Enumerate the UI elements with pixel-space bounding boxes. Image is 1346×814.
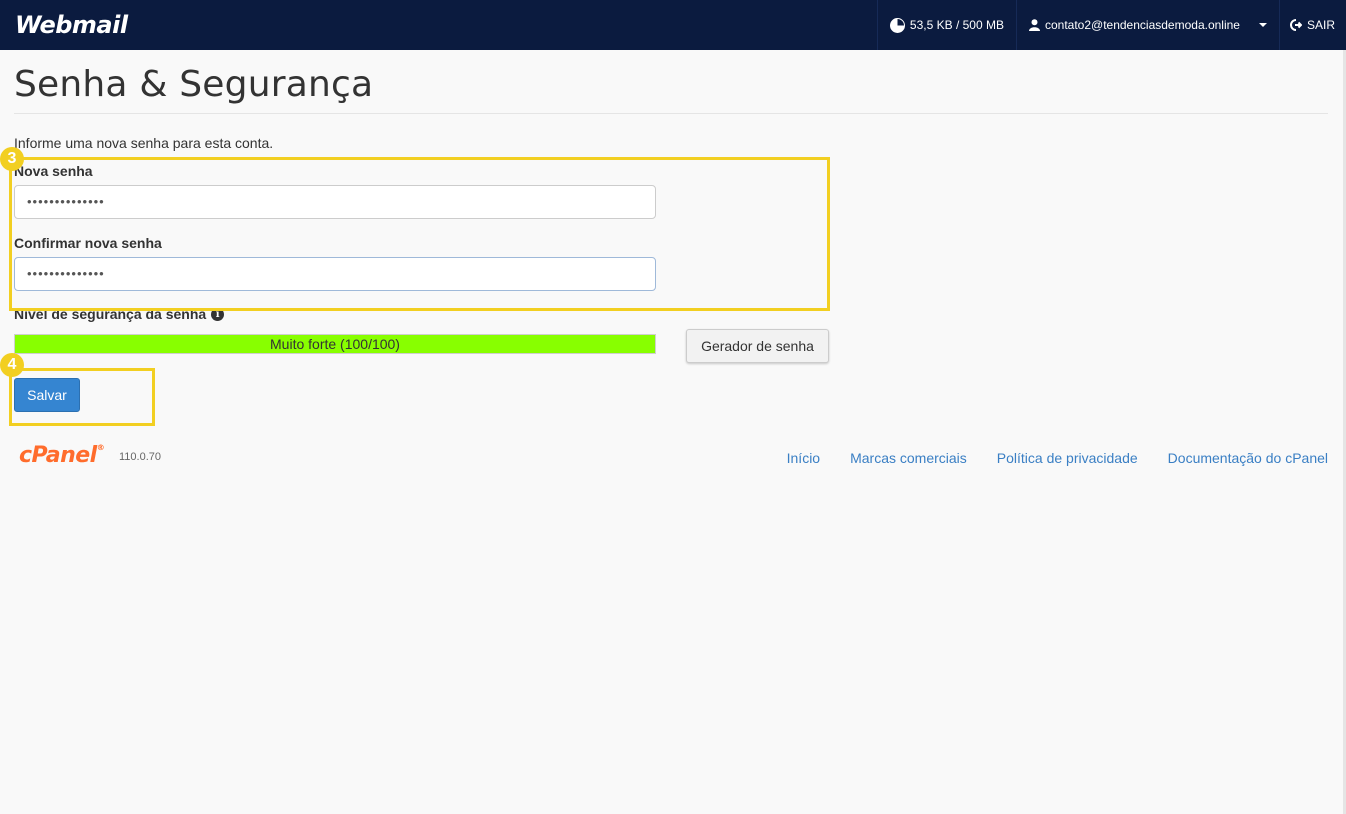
user-menu[interactable]: contato2@tendenciasdemoda.online — [1015, 0, 1279, 50]
disk-quota-text: 53,5 KB / 500 MB — [909, 18, 1004, 32]
footer-link-inicio[interactable]: Início — [787, 450, 820, 466]
footer-link-privacidade[interactable]: Política de privacidade — [997, 450, 1138, 466]
password-generator-button[interactable]: Gerador de senha — [686, 329, 829, 363]
pie-chart-icon — [889, 17, 905, 33]
intro-text: Informe uma nova senha para esta conta. — [14, 135, 274, 151]
cpanel-logo[interactable]: cPanel® — [19, 443, 105, 468]
webmail-logo[interactable]: Webmail — [15, 11, 128, 39]
page-title: Senha & Segurança — [14, 64, 374, 105]
top-nav-items: 53,5 KB / 500 MB contato2@tendenciasdemo… — [876, 0, 1346, 50]
logout-icon — [1290, 19, 1302, 31]
cpanel-version: 110.0.70 — [119, 451, 162, 463]
user-icon — [1028, 19, 1040, 31]
footer-link-marcas[interactable]: Marcas comerciais — [850, 450, 967, 466]
strength-meter: Muito forte (100/100) — [14, 334, 656, 354]
footer-links: Início Marcas comerciais Política de pri… — [787, 450, 1328, 466]
title-divider — [14, 113, 1328, 114]
callout-frame-4 — [9, 368, 155, 426]
callout-badge-4: 4 — [0, 353, 24, 377]
strength-meter-text: Muito forte (100/100) — [270, 336, 400, 352]
logout-label: SAIR — [1306, 18, 1335, 32]
disk-quota[interactable]: 53,5 KB / 500 MB — [876, 0, 1016, 50]
user-email: contato2@tendenciasdemoda.online — [1044, 18, 1240, 32]
top-navbar: Webmail 53,5 KB / 500 MB contato2@tenden… — [0, 0, 1346, 50]
chevron-down-icon — [1258, 23, 1267, 27]
footer-link-documentacao[interactable]: Documentação do cPanel — [1168, 450, 1328, 466]
callout-frame-3 — [9, 157, 830, 311]
callout-badge-3: 3 — [0, 147, 24, 171]
logout-button[interactable]: SAIR — [1278, 0, 1346, 50]
